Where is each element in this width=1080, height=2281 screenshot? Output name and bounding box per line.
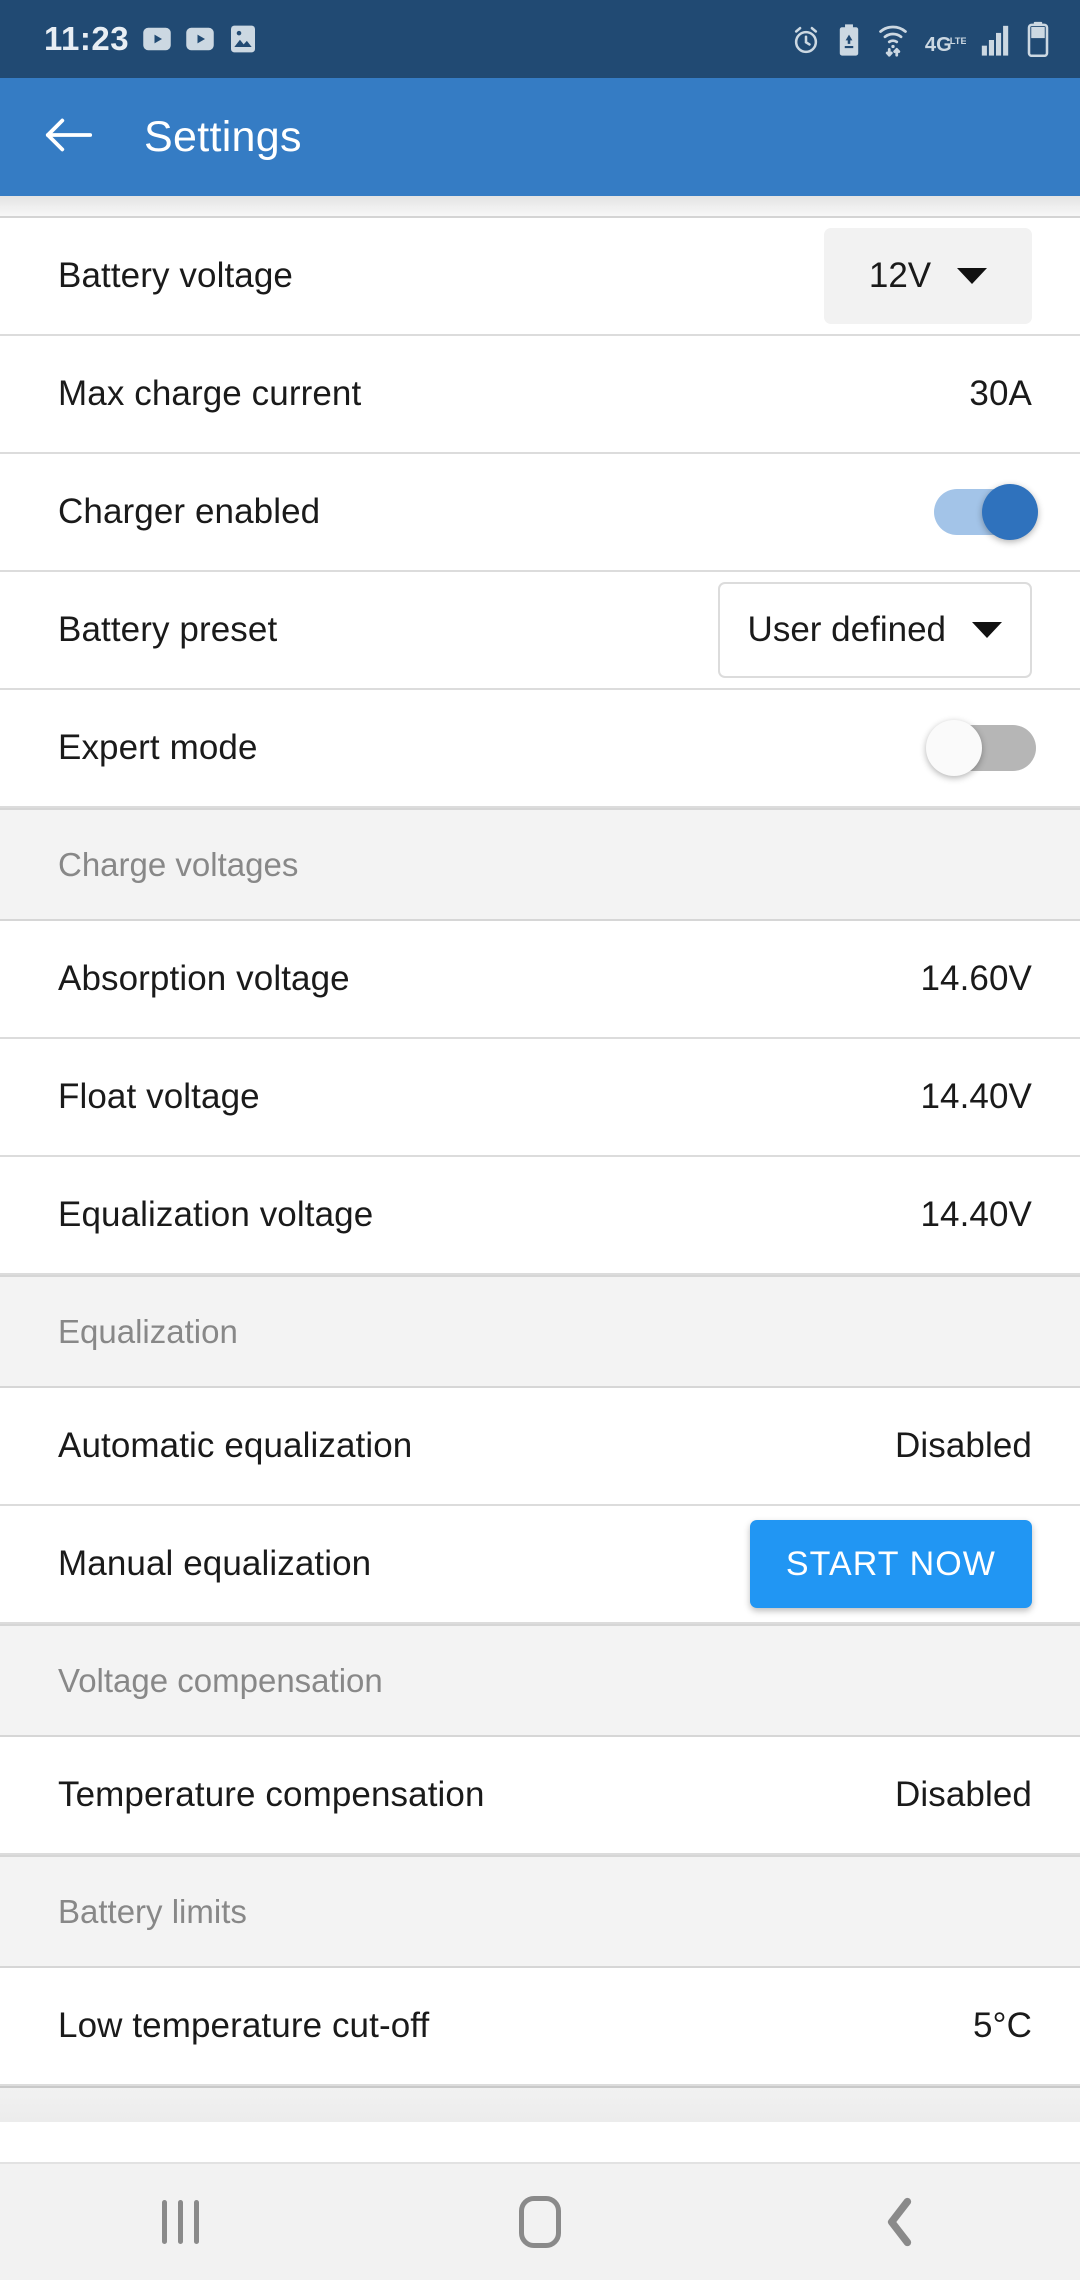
back-button[interactable]	[42, 110, 96, 164]
start-now-button[interactable]: START NOW	[749, 1520, 1032, 1608]
play-store-icon	[142, 24, 172, 54]
section-header-partial-bottom	[0, 2086, 1080, 2122]
row-value: 5°C	[972, 2006, 1032, 2045]
recents-button[interactable]	[90, 2163, 270, 2281]
row-equalization-voltage[interactable]: Equalization voltage 14.40V	[0, 1157, 1080, 1275]
page-title: Settings	[144, 112, 302, 161]
section-header-voltage-compensation: Voltage compensation	[0, 1624, 1080, 1737]
section-header-charge-voltages: Charge voltages	[0, 808, 1080, 921]
wifi-data-icon	[876, 21, 910, 57]
dropdown-value: User defined	[747, 610, 946, 649]
recents-icon	[161, 2200, 199, 2244]
row-label: Temperature compensation	[58, 1775, 485, 1814]
row-value: 14.40V	[920, 1195, 1032, 1234]
battery-voltage-dropdown[interactable]: 12V	[824, 228, 1032, 324]
section-header-battery-limits: Battery limits	[0, 1855, 1080, 1968]
svg-text:LTE: LTE	[950, 36, 966, 47]
settings-list[interactable]: Battery voltage 12V Max charge current 3…	[0, 196, 1080, 2162]
row-value: 30A	[969, 374, 1032, 413]
row-label: Low temperature cut-off	[58, 2006, 430, 2045]
battery-icon	[1026, 21, 1050, 57]
toggle-thumb	[982, 484, 1038, 540]
row-label: Expert mode	[58, 728, 258, 767]
signal-bars-icon	[980, 23, 1012, 57]
status-bar-clock: 11:23	[44, 20, 130, 57]
row-low-temperature-cut-off[interactable]: Low temperature cut-off 5°C	[0, 1968, 1080, 2086]
row-label: Manual equalization	[58, 1544, 372, 1583]
row-float-voltage[interactable]: Float voltage 14.40V	[0, 1039, 1080, 1157]
row-label: Absorption voltage	[58, 959, 350, 998]
row-label: Automatic equalization	[58, 1426, 413, 1465]
dropdown-value: 12V	[868, 256, 932, 295]
row-automatic-equalization[interactable]: Automatic equalization Disabled	[0, 1388, 1080, 1506]
row-value: Disabled	[895, 1775, 1032, 1814]
home-icon	[519, 2196, 561, 2248]
network-4g-lte-icon: 4G LTE	[924, 31, 966, 57]
svg-text:4G: 4G	[925, 34, 952, 56]
expert-mode-toggle[interactable]	[926, 720, 1036, 776]
status-bar-left: 11:23	[44, 20, 258, 58]
status-bar: 11:23 4G LTE	[0, 0, 1080, 78]
status-bar-right: 4G LTE	[790, 21, 1050, 57]
section-header-label: Battery limits	[58, 1892, 247, 1930]
home-button[interactable]	[450, 2163, 630, 2281]
row-expert-mode[interactable]: Expert mode	[0, 690, 1080, 808]
section-header-label: Equalization	[58, 1312, 238, 1350]
row-manual-equalization[interactable]: Manual equalization START NOW	[0, 1506, 1080, 1624]
row-absorption-voltage[interactable]: Absorption voltage 14.60V	[0, 921, 1080, 1039]
chevron-down-icon	[972, 622, 1002, 638]
row-battery-preset[interactable]: Battery preset User defined	[0, 572, 1080, 690]
navigation-bar	[0, 2162, 1080, 2280]
charger-enabled-toggle[interactable]	[934, 484, 1038, 540]
row-charger-enabled[interactable]: Charger enabled	[0, 454, 1080, 572]
back-nav-button[interactable]	[810, 2163, 990, 2281]
photo-icon	[228, 23, 258, 55]
row-label: Charger enabled	[58, 492, 321, 531]
alarm-icon	[790, 23, 822, 57]
row-label: Equalization voltage	[58, 1195, 374, 1234]
row-temperature-compensation[interactable]: Temperature compensation Disabled	[0, 1737, 1080, 1855]
row-value: 14.40V	[920, 1077, 1032, 1116]
youtube-icon	[185, 24, 215, 54]
battery-saver-icon	[836, 23, 862, 57]
phone-screen: 11:23 4G LTE Settings Battery voltage 12…	[0, 0, 1080, 2280]
chevron-down-icon	[957, 268, 988, 284]
section-header-label: Charge voltages	[58, 845, 299, 883]
row-battery-voltage[interactable]: Battery voltage 12V	[0, 218, 1080, 336]
row-label: Max charge current	[58, 374, 362, 413]
section-header-label: Voltage compensation	[58, 1661, 383, 1699]
arrow-left-icon	[44, 115, 94, 160]
row-value: 14.60V	[920, 959, 1032, 998]
row-label: Float voltage	[58, 1077, 260, 1116]
app-bar: Settings	[0, 78, 1080, 196]
toggle-thumb	[926, 720, 982, 776]
row-max-charge-current[interactable]: Max charge current 30A	[0, 336, 1080, 454]
row-value: Disabled	[895, 1426, 1032, 1465]
section-header-equalization: Equalization	[0, 1275, 1080, 1388]
back-chevron-icon	[885, 2196, 915, 2248]
battery-preset-dropdown[interactable]: User defined	[717, 582, 1032, 678]
row-label: Battery preset	[58, 610, 278, 649]
row-label: Battery voltage	[58, 256, 293, 295]
section-header-partial-top	[0, 196, 1080, 218]
